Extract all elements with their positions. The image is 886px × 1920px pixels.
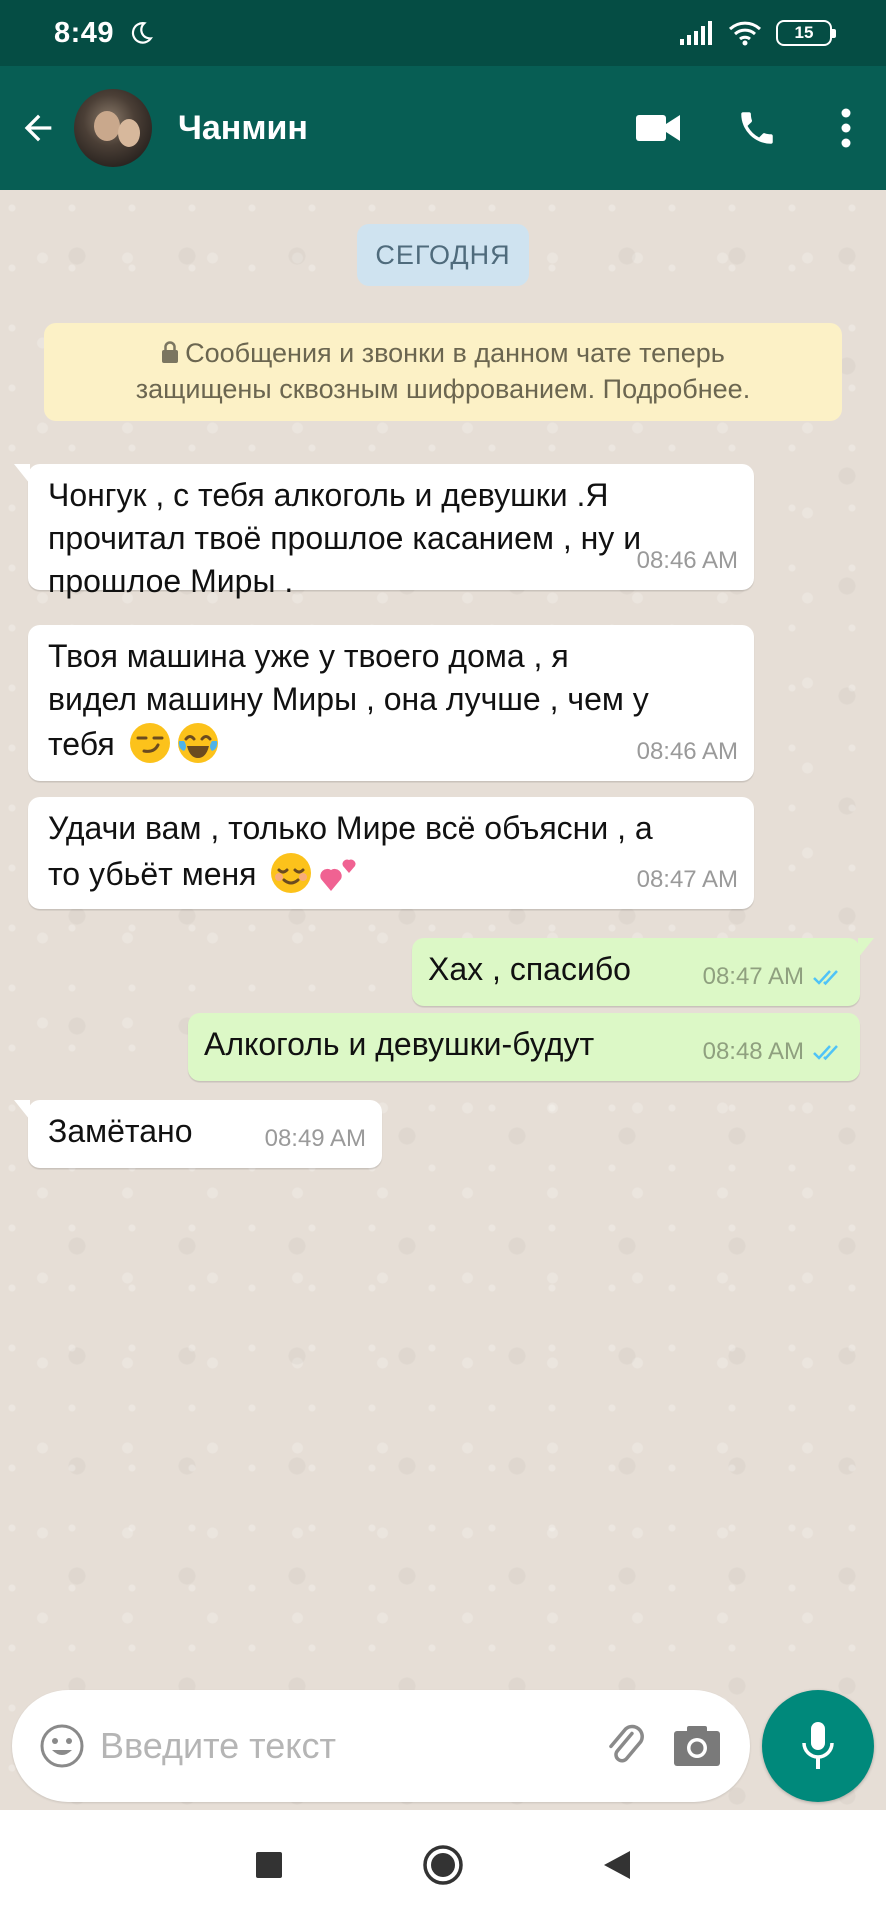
message-time: 08:47 AM [636, 866, 738, 893]
back-icon[interactable] [595, 1843, 639, 1887]
wifi-icon [728, 21, 762, 46]
emoji-icon[interactable] [38, 1722, 86, 1770]
battery-icon: 15 [776, 20, 836, 46]
home-icon[interactable] [421, 1843, 465, 1887]
message-incoming[interactable]: Удачи вам , только Мире всё объясни , а … [28, 797, 754, 909]
status-time: 8:49 [54, 16, 115, 49]
status-icons: 15 [680, 20, 836, 46]
message-composer [12, 1690, 750, 1802]
bubble-tail [858, 938, 874, 958]
back-arrow-icon[interactable] [18, 108, 58, 148]
relieved-emoji [271, 853, 312, 893]
message-text-line: видел машину Миры , она лучше , чем у [48, 681, 649, 717]
message-time: 08:48 AM [702, 1038, 804, 1065]
encryption-line-2: защищены сквозным шифрованием. Подробнее… [135, 374, 751, 404]
system-navbar [0, 1810, 886, 1920]
message-text-line: Хах , спасибо [428, 951, 631, 987]
avatar[interactable] [74, 89, 152, 167]
message-time: 08:47 AM [702, 963, 804, 990]
status-bar: 8:49 15 [0, 0, 886, 66]
message-incoming[interactable]: Твоя машина уже у твоего дома , я видел … [28, 625, 754, 781]
phone-icon[interactable] [736, 107, 778, 149]
message-incoming[interactable]: Чонгук , с тебя алкоголь и девушки .Я пр… [14, 464, 754, 599]
bubble-tail [14, 1100, 30, 1120]
tears-of-joy-emoji [177, 723, 218, 763]
date-label: СЕГОДНЯ [357, 224, 529, 286]
lock-icon [162, 341, 179, 363]
two-hearts-emoji [320, 859, 356, 891]
read-receipt-icon [813, 969, 838, 985]
more-vert-icon[interactable] [840, 108, 852, 148]
message-time: 08:49 AM [264, 1125, 366, 1152]
message-text-line: прошлое Миры . [48, 563, 294, 599]
message-text-line: тебя [48, 726, 115, 762]
message-outgoing[interactable]: Алкоголь и девушки-будут 08:48 AM [188, 1013, 860, 1081]
message-text-line: Замётано [48, 1113, 193, 1149]
video-call-icon[interactable] [636, 113, 680, 143]
message-time: 08:46 AM [636, 547, 738, 574]
chat-header: Чанмин [0, 66, 886, 190]
chat-area[interactable]: СЕГОДНЯ Сообщения и звонки в данном чате… [0, 190, 886, 1810]
battery-level: 15 [794, 23, 814, 42]
attach-icon[interactable] [600, 1719, 654, 1773]
message-text-line: то убьёт меня [48, 856, 257, 892]
header-actions [636, 107, 886, 149]
smirk-emoji [129, 723, 170, 763]
encryption-line-1: Сообщения и звонки в данном чате теперь [185, 338, 725, 368]
message-text-line: Твоя машина уже у твоего дома , я [48, 638, 569, 674]
camera-icon[interactable] [670, 1719, 724, 1773]
moon-icon [132, 22, 154, 44]
signal-icon [680, 21, 712, 45]
mic-button[interactable] [762, 1690, 874, 1802]
message-text-line: Удачи вам , только Мире всё объясни , а [48, 810, 653, 846]
read-receipt-icon [813, 1044, 838, 1060]
mic-icon [802, 1722, 834, 1769]
recents-icon[interactable] [247, 1843, 291, 1887]
message-text-line: Алкоголь и девушки-будут [204, 1026, 595, 1062]
message-outgoing[interactable]: Хах , спасибо 08:47 AM [412, 938, 874, 1006]
bubble-tail [14, 464, 30, 484]
encryption-notice[interactable]: Сообщения и звонки в данном чате теперь … [44, 323, 842, 421]
contact-name[interactable]: Чанмин [178, 109, 308, 148]
message-incoming[interactable]: Замётано 08:49 AM [14, 1100, 382, 1168]
message-text-line: Чонгук , с тебя алкоголь и девушки .Я [48, 477, 609, 513]
message-input[interactable] [100, 1725, 600, 1767]
message-text-line: прочитал твоё прошлое касанием , ну и [48, 520, 642, 556]
message-time: 08:46 AM [636, 738, 738, 765]
